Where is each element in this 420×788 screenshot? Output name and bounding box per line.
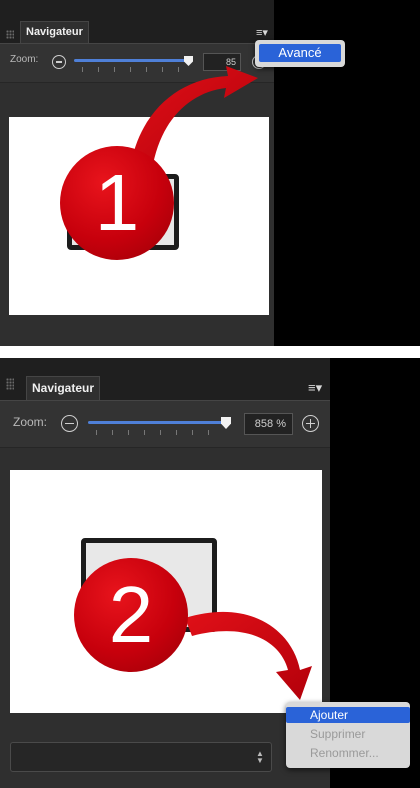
arrow-2 bbox=[185, 611, 312, 700]
arrow-1 bbox=[130, 66, 258, 170]
callout-arrows bbox=[130, 66, 312, 700]
step-2-badge: 2 bbox=[74, 558, 188, 672]
step-1-badge: 1 bbox=[60, 146, 174, 260]
